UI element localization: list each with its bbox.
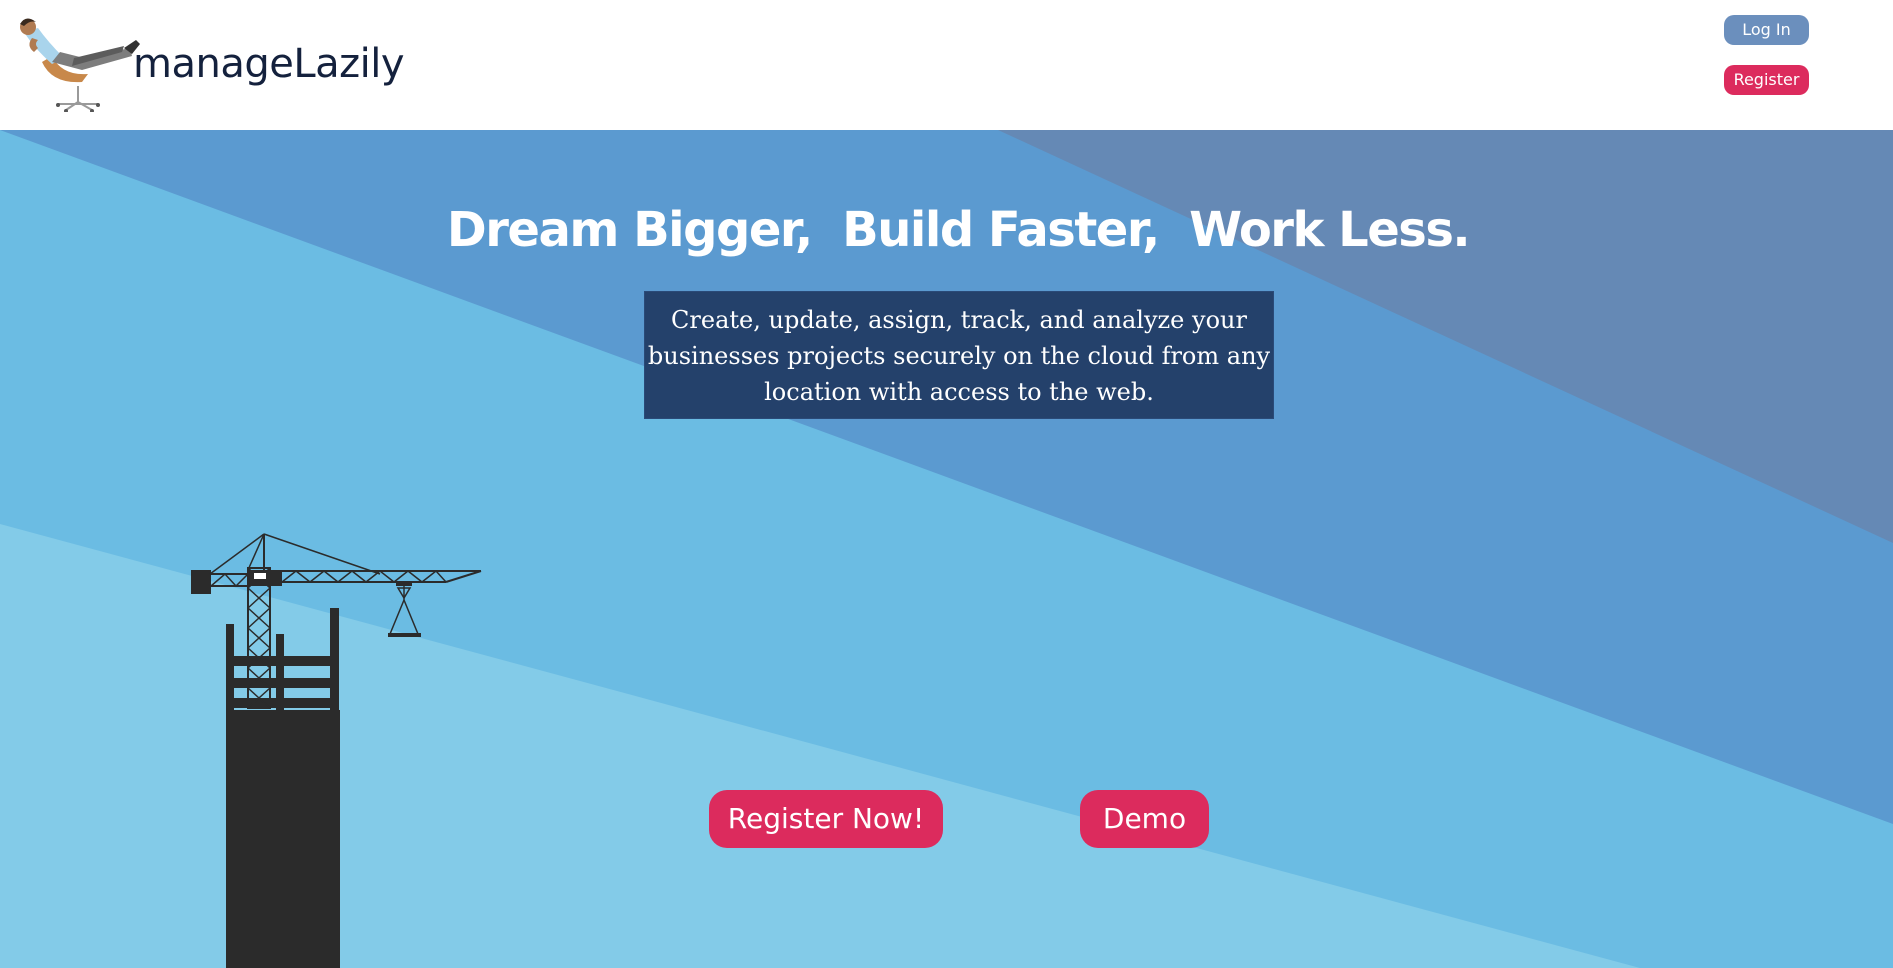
register-now-button[interactable]: Register Now! [709, 790, 943, 848]
register-button[interactable]: Register [1724, 65, 1809, 95]
login-button[interactable]: Log In [1724, 15, 1809, 45]
hero-headline: Dream Bigger, Build Faster, Work Less. [446, 202, 1471, 258]
brand-name[interactable]: manageLazily [133, 38, 405, 90]
reclining-person-icon[interactable] [12, 12, 152, 113]
landing-page: manageLazily Log In Register Dream Bigge… [0, 0, 1893, 968]
hero-section: Dream Bigger, Build Faster, Work Less. C… [0, 130, 1893, 968]
hero-tagline: Create, update, assign, track, and analy… [644, 291, 1274, 419]
demo-button[interactable]: Demo [1080, 790, 1209, 848]
site-header: manageLazily Log In Register [0, 0, 1893, 130]
